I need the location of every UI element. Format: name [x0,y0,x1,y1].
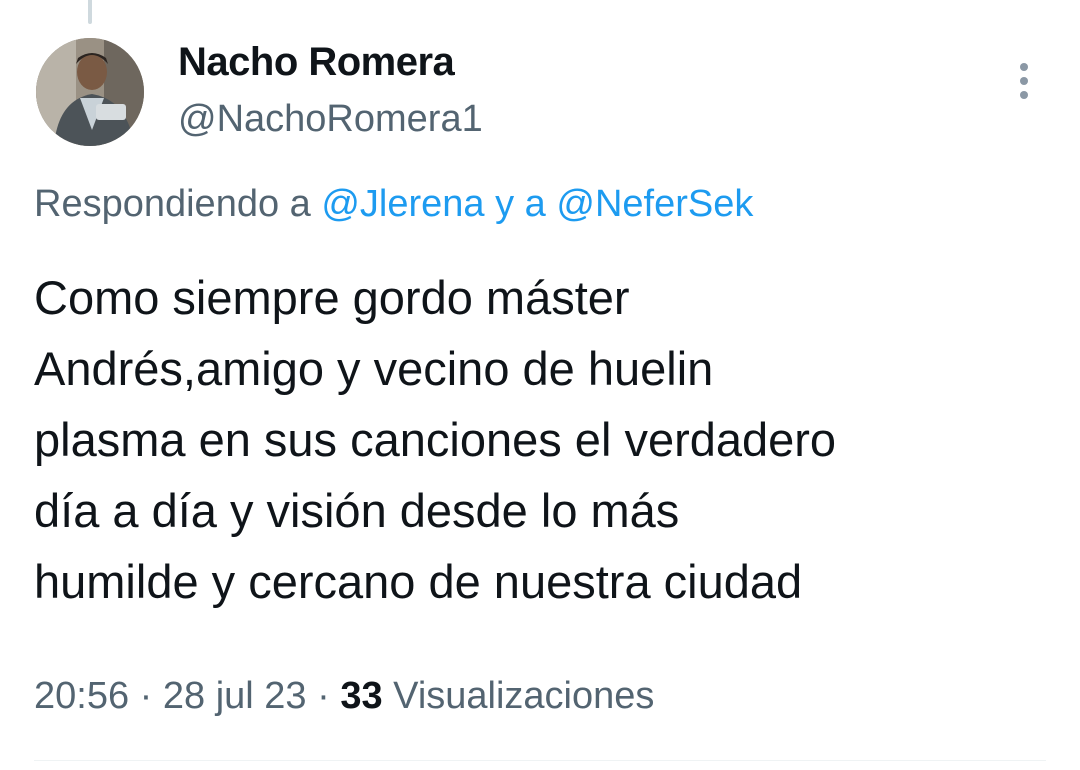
author-handle[interactable]: @NachoRomera1 [178,96,483,142]
divider [34,760,1046,761]
mention-link-nefersek[interactable]: @NeferSek [556,183,753,225]
avatar[interactable] [36,38,144,146]
avatar-photo [36,38,144,146]
replying-to-prefix: Respondiendo a [34,183,311,225]
replying-to-connector[interactable]: y a [495,183,546,225]
meta-separator: · [317,675,330,717]
author-name[interactable]: Nacho Romera [178,38,455,86]
views-count: 33 [340,675,383,717]
tweet-time[interactable]: 20:56 [34,675,129,717]
tweet-metadata: 20:56 · 28 jul 23 · 33 Visualizaciones [34,672,654,720]
meta-separator: · [139,675,153,717]
more-options-button[interactable] [1004,56,1044,106]
tweet-date[interactable]: 28 jul 23 [163,675,307,717]
mention-link-jlerena[interactable]: @Jlerena [321,183,484,225]
more-vertical-icon [1020,63,1028,99]
thread-connector-line [88,0,92,24]
replying-to: Respondiendo a @Jlerena y a @NeferSek [34,180,753,228]
tweet-text: Como siempre gordo máster Andrés,amigo y… [34,271,837,608]
views-label: Visualizaciones [393,675,655,717]
